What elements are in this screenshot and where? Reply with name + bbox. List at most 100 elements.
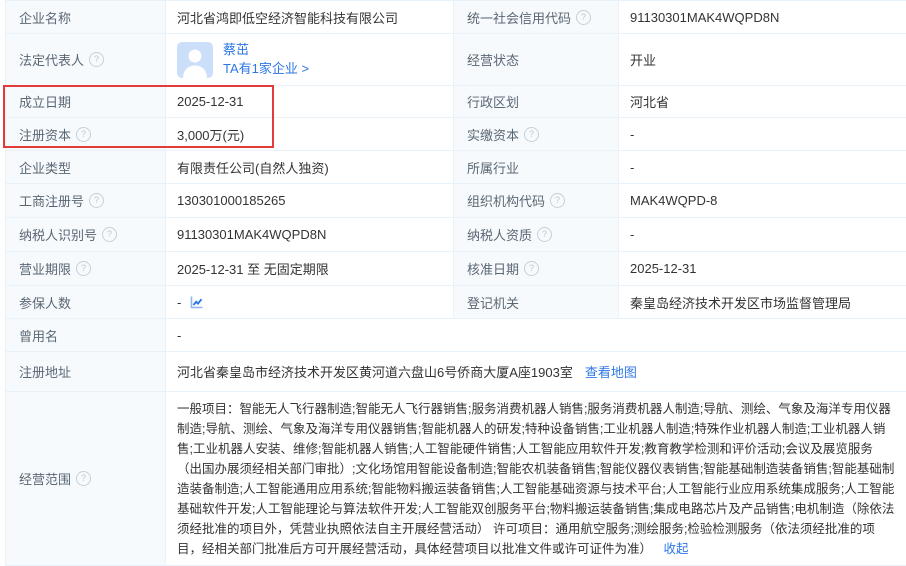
field-value-admin-division: 河北省 [618, 86, 906, 118]
help-icon[interactable]: ? [76, 471, 92, 486]
field-label-business-term: 营业期限 ? [5, 252, 165, 286]
help-icon[interactable]: ? [550, 193, 566, 208]
field-value-reg-capital: 3,000万(元) [165, 118, 453, 151]
field-label-paid-capital: 实缴资本 ? [453, 118, 618, 151]
field-label-establish-date: 成立日期 [5, 86, 165, 118]
label-text: 核准日期 [467, 262, 520, 277]
field-label-taxpayer-id: 纳税人识别号 ? [5, 218, 165, 252]
insured-trend-chart-icon[interactable] [189, 295, 204, 310]
help-icon[interactable]: ? [102, 227, 118, 242]
field-label-legal-rep: 法定代表人 ? [5, 34, 165, 86]
label-text: 法定代表人 [19, 53, 85, 68]
field-value-establish-date: 2025-12-31 [165, 86, 453, 118]
field-value-credit-code: 91130301MAK4WQPD8N [618, 1, 906, 34]
label-text: 营业期限 [19, 262, 72, 277]
label-text: 参保人数 [19, 295, 72, 311]
help-icon[interactable]: ? [76, 261, 92, 276]
view-map-link[interactable]: 查看地图 [585, 362, 637, 381]
field-value-insured-count: - [165, 286, 453, 319]
company-info-table: 企业名称 河北省鸿即低空经济智能科技有限公司 统一社会信用代码 ? 911303… [5, 0, 906, 566]
value-text: 有限责任公司(自然人独资) [177, 160, 329, 176]
value-text: 河北省 [630, 95, 670, 110]
field-value-taxpayer-qualification: - [618, 218, 906, 252]
field-value-former-name: - [165, 319, 906, 352]
value-text: - [177, 327, 182, 343]
field-label-industry: 所属行业 [453, 151, 618, 184]
field-value-reg-number: 130301000185265 [165, 184, 453, 218]
value-text: 91130301MAK4WQPD8N [630, 9, 780, 25]
legal-rep-companies-link[interactable]: TA有1家企业 > [223, 61, 309, 77]
value-text: - [630, 227, 635, 242]
field-label-status: 经营状态 [453, 34, 618, 86]
field-label-business-scope: 经营范围 ? [5, 392, 165, 566]
field-label-insured-count: 参保人数 [5, 286, 165, 319]
field-value-taxpayer-id: 91130301MAK4WQPD8N [165, 218, 453, 252]
label-text: 实缴资本 [467, 127, 520, 143]
field-value-company-name: 河北省鸿即低空经济智能科技有限公司 [165, 1, 453, 34]
table-row: 法定代表人 ? 蔡茁 TA有1家企业 > 经营状态 开业 [5, 34, 906, 86]
value-text: 130301000185265 [177, 193, 286, 208]
value-text: - [630, 159, 635, 175]
table-row: 注册资本 ? 3,000万(元) 实缴资本 ? - [5, 118, 906, 151]
table-row: 企业类型 有限责任公司(自然人独资) 所属行业 - [5, 151, 906, 184]
help-icon[interactable]: ? [524, 261, 540, 276]
value-text: 河北省秦皇岛市经济技术开发区黄河道六盘山6号侨商大厦A座1903室 [177, 365, 573, 380]
value-text: 2025-12-31 至 无固定期限 [177, 262, 329, 277]
value-text: 3,000万(元) [177, 127, 245, 143]
field-value-approval-date: 2025-12-31 [618, 252, 906, 286]
table-row: 营业期限 ? 2025-12-31 至 无固定期限 核准日期 ? 2025-12… [5, 252, 906, 286]
table-row: 参保人数 - 登记机关 秦皇岛经济技术开发区市场监督管理局 [5, 286, 906, 319]
label-text: 行政区划 [467, 95, 520, 110]
field-value-business-scope: 一般项目：智能无人飞行器制造;智能无人飞行器销售;服务消费机器人销售;服务消费机… [165, 392, 906, 566]
help-icon[interactable]: ? [524, 126, 540, 142]
field-label-reg-address: 注册地址 [5, 352, 165, 392]
label-text: 成立日期 [19, 95, 72, 110]
field-label-company-type: 企业类型 [5, 151, 165, 184]
business-scope-text: 一般项目：智能无人飞行器制造;智能无人飞行器销售;服务消费机器人销售;服务消费机… [177, 402, 895, 556]
label-text: 组织机构代码 [467, 194, 546, 209]
value-text: 河北省鸿即低空经济智能科技有限公司 [177, 10, 399, 26]
field-value-org-code: MAK4WQPD-8 [618, 184, 906, 218]
field-value-registration-authority: 秦皇岛经济技术开发区市场监督管理局 [618, 286, 906, 319]
help-icon[interactable]: ? [537, 227, 553, 242]
help-icon[interactable]: ? [76, 126, 92, 142]
value-text: MAK4WQPD-8 [630, 193, 718, 208]
table-row: 曾用名 - [5, 319, 906, 352]
help-icon[interactable]: ? [576, 9, 592, 25]
value-text: 开业 [630, 53, 657, 68]
field-label-reg-capital: 注册资本 ? [5, 118, 165, 151]
value-text: - [177, 294, 182, 310]
field-value-legal-rep: 蔡茁 TA有1家企业 > [165, 34, 453, 86]
value-text: 秦皇岛经济技术开发区市场监督管理局 [630, 295, 852, 311]
field-label-taxpayer-qualification: 纳税人资质 ? [453, 218, 618, 252]
label-text: 企业名称 [19, 10, 72, 26]
field-label-approval-date: 核准日期 ? [453, 252, 618, 286]
field-value-paid-capital: - [618, 118, 906, 151]
label-text: 曾用名 [19, 328, 59, 344]
field-label-former-name: 曾用名 [5, 319, 165, 352]
value-text: 2025-12-31 [630, 261, 697, 276]
field-label-company-name: 企业名称 [5, 1, 165, 34]
legal-rep-avatar[interactable] [177, 41, 213, 78]
label-text: 工商注册号 [19, 194, 85, 209]
legal-rep-name-link[interactable]: 蔡茁 [223, 42, 309, 58]
value-text: 2025-12-31 [177, 94, 244, 109]
field-label-org-code: 组织机构代码 ? [453, 184, 618, 218]
label-text: 所属行业 [467, 160, 520, 176]
help-icon[interactable]: ? [89, 52, 105, 67]
collapse-link[interactable]: 收起 [664, 542, 689, 556]
field-value-company-type: 有限责任公司(自然人独资) [165, 151, 453, 184]
table-row: 工商注册号 ? 130301000185265 组织机构代码 ? MAK4WQP… [5, 184, 906, 218]
value-text: 91130301MAK4WQPD8N [177, 227, 327, 242]
field-label-credit-code: 统一社会信用代码 ? [453, 1, 618, 34]
label-text: 注册地址 [19, 365, 72, 380]
help-icon[interactable]: ? [89, 193, 105, 208]
field-value-reg-address: 河北省秦皇岛市经济技术开发区黄河道六盘山6号侨商大厦A座1903室 查看地图 [165, 352, 906, 392]
table-row: 注册地址 河北省秦皇岛市经济技术开发区黄河道六盘山6号侨商大厦A座1903室 查… [5, 352, 906, 392]
table-row: 企业名称 河北省鸿即低空经济智能科技有限公司 统一社会信用代码 ? 911303… [5, 1, 906, 34]
table-row: 经营范围 ? 一般项目：智能无人飞行器制造;智能无人飞行器销售;服务消费机器人销… [5, 392, 906, 566]
label-text: 统一社会信用代码 [467, 10, 572, 26]
field-label-reg-number: 工商注册号 ? [5, 184, 165, 218]
label-text: 注册资本 [19, 127, 72, 143]
field-label-registration-authority: 登记机关 [453, 286, 618, 319]
